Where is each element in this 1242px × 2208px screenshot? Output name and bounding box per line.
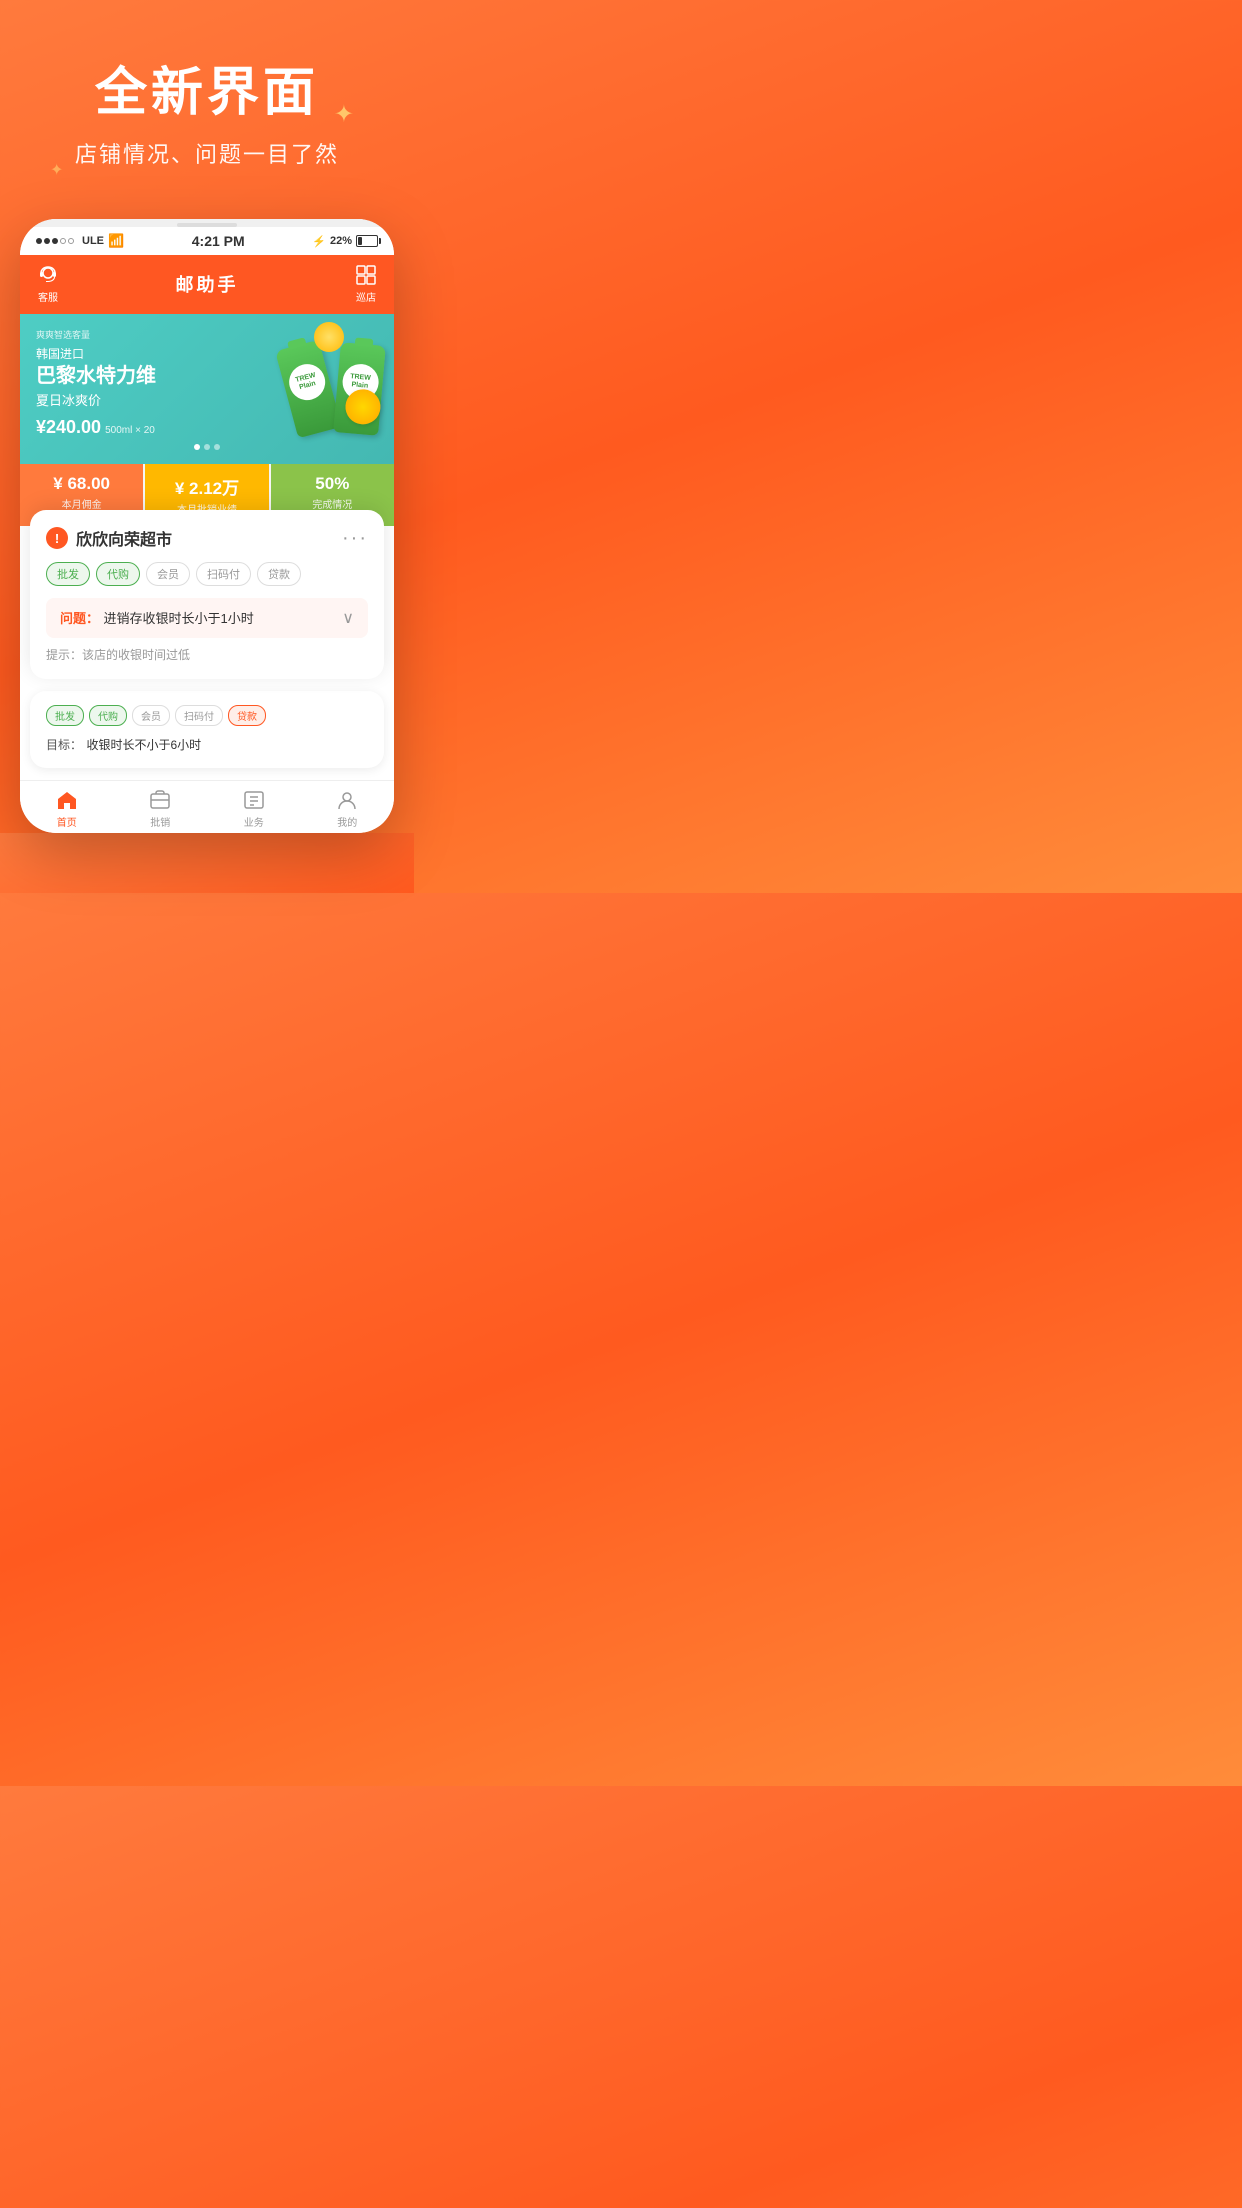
status-bar: ULE 📶 4:21 PM ⚡ 22%	[20, 227, 394, 255]
nav-business-label: 业务	[244, 814, 264, 829]
customer-service-icon	[36, 263, 60, 287]
hero-section: ✦ ✦ 全新界面 店铺情况、问题一目了然	[0, 0, 414, 189]
nav-wholesale-label: 批销	[150, 814, 170, 829]
phone-notch	[20, 219, 394, 227]
store-card-1: ! 欣欣向荣超市 ··· 批发 代购 会员 扫码付 贷款 问题： 进销存收银时长…	[30, 510, 384, 679]
profile-icon	[335, 789, 359, 811]
tags-row-1: 批发 代购 会员 扫码付 贷款	[46, 562, 368, 586]
tags-row-2: 批发 代购 会员 扫码付 贷款	[46, 705, 368, 726]
battery-percent: 22%	[330, 235, 352, 247]
stat-commission-label: 本月佣金	[28, 496, 135, 511]
tag-member: 会员	[146, 562, 190, 586]
issue-label: 问题：	[60, 611, 99, 626]
dot2	[44, 238, 50, 244]
dot5	[68, 238, 74, 244]
nav-home[interactable]: 首页	[20, 789, 114, 829]
hero-subtitle: 店铺情况、问题一目了然	[20, 137, 394, 169]
customer-service-label: 客服	[38, 289, 58, 304]
stat-completion-label: 完成情况	[279, 496, 386, 511]
nav-profile-label: 我的	[337, 814, 357, 829]
bottom-navigation: 首页 批销 业务	[20, 780, 394, 833]
app-title: 邮助手	[176, 271, 239, 297]
dot-3	[214, 444, 220, 450]
stat-completion-value: 50%	[279, 474, 386, 494]
goal-text: 收银时长不小于6小时	[86, 738, 201, 752]
nav-business[interactable]: 业务	[207, 789, 301, 829]
signal-dots	[36, 238, 74, 244]
dot-1	[194, 444, 200, 450]
stat-commission-value: ¥ 68.00	[28, 474, 135, 494]
dot4	[60, 238, 66, 244]
issue-content: 问题： 进销存收银时长小于1小时	[60, 608, 254, 628]
status-left: ULE 📶	[36, 233, 124, 249]
bottle-1: TREWPlain	[275, 340, 342, 439]
dot3	[52, 238, 58, 244]
lemon-top	[314, 322, 344, 352]
bottom-gradient	[0, 833, 414, 893]
tag2-wholesale: 批发	[46, 705, 84, 726]
nav-profile[interactable]: 我的	[301, 789, 395, 829]
dot-2	[204, 444, 210, 450]
carrier-label: ULE	[82, 235, 104, 247]
battery-icon	[356, 235, 378, 247]
card-title-wrap: ! 欣欣向荣超市	[46, 526, 172, 550]
alert-icon: !	[46, 527, 68, 549]
product-banner[interactable]: 爽爽智选客量 韩国进口 巴黎水特力维 夏日冰爽价 ¥240.00 500ml ×…	[20, 314, 394, 464]
tag2-member: 会员	[132, 705, 170, 726]
notch-bar	[177, 223, 237, 227]
store-card-2: 批发 代购 会员 扫码付 贷款 目标： 收银时长不小于6小时	[30, 691, 384, 768]
status-right: ⚡ 22%	[312, 235, 378, 248]
dot1	[36, 238, 42, 244]
store-name-1: 欣欣向荣超市	[76, 526, 172, 550]
header-customer-service[interactable]: 客服	[36, 263, 60, 304]
tag2-scan-pay: 扫码付	[175, 705, 223, 726]
tag-proxy: 代购	[96, 562, 140, 586]
home-icon	[55, 789, 79, 811]
nav-home-label: 首页	[57, 814, 77, 829]
tag2-proxy: 代购	[89, 705, 127, 726]
card-header-1: ! 欣欣向荣超市 ···	[46, 526, 368, 550]
tag-scan-pay: 扫码付	[196, 562, 251, 586]
goal-row: 目标： 收银时长不小于6小时	[46, 736, 368, 754]
issue-text: 进销存收银时长小于1小时	[103, 611, 253, 626]
business-icon	[242, 789, 266, 811]
tag2-loan: 贷款	[228, 705, 266, 726]
hint-text: 提示：该店的收银时间过低	[46, 646, 368, 663]
alert-symbol: !	[55, 531, 59, 546]
nav-wholesale[interactable]: 批销	[114, 789, 208, 829]
tour-label: 巡店	[356, 289, 376, 304]
bluetooth-icon: ⚡	[312, 235, 326, 248]
bottle-1-label: TREWPlain	[285, 360, 329, 404]
wifi-icon: 📶	[108, 233, 124, 249]
deco-star-1: ✦	[334, 100, 354, 129]
tag-loan: 贷款	[257, 562, 301, 586]
battery-fill	[358, 237, 362, 245]
more-options-button[interactable]: ···	[342, 527, 368, 550]
status-time: 4:21 PM	[192, 233, 245, 249]
tour-icon	[354, 263, 378, 287]
price-value: ¥240.00	[36, 417, 101, 438]
goal-label: 目标：	[46, 738, 82, 752]
issue-box[interactable]: 问题： 进销存收银时长小于1小时 ∨	[46, 598, 368, 638]
header-tour[interactable]: 巡店	[354, 263, 378, 304]
price-unit: 500ml × 20	[105, 425, 155, 436]
tag-wholesale: 批发	[46, 562, 90, 586]
chevron-down-icon: ∨	[342, 608, 354, 628]
phone-mockup: ULE 📶 4:21 PM ⚡ 22% 客服	[20, 219, 394, 833]
app-header: 客服 邮助手 巡店	[20, 255, 394, 314]
stat-sales-value: ¥ 2.12万	[153, 474, 260, 499]
wholesale-icon	[148, 789, 172, 811]
